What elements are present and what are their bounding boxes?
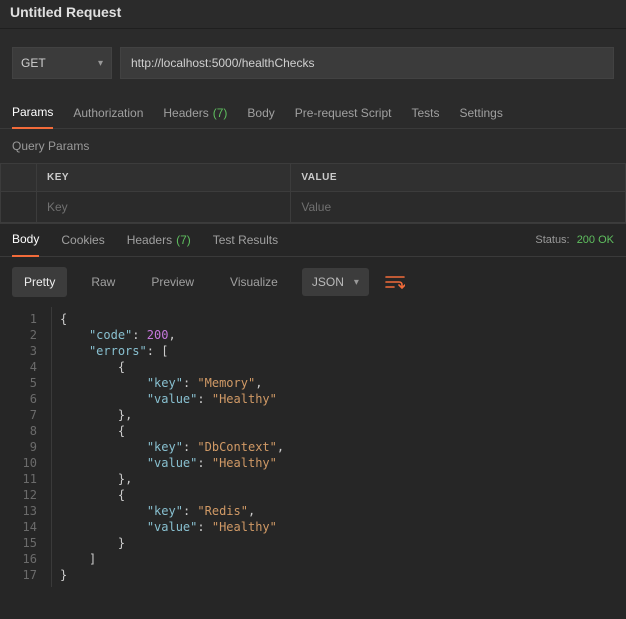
resp-tab-headers[interactable]: Headers (7) xyxy=(127,223,191,257)
pretty-button[interactable]: Pretty xyxy=(12,267,67,297)
format-select[interactable]: JSON ▾ xyxy=(302,268,369,296)
tab-headers-label: Headers xyxy=(163,106,208,120)
tab-headers[interactable]: Headers (7) xyxy=(163,97,227,129)
status-label: Status: xyxy=(535,234,569,246)
response-tabs: Body Cookies Headers (7) Test Results xyxy=(12,223,278,257)
visualize-button[interactable]: Visualize xyxy=(218,267,290,297)
query-params-table: KEY VALUE Key Value xyxy=(0,163,626,223)
resp-tab-test-results[interactable]: Test Results xyxy=(213,223,278,257)
tab-params[interactable]: Params xyxy=(12,97,53,129)
chevron-down-icon: ▾ xyxy=(98,58,103,69)
raw-button[interactable]: Raw xyxy=(79,267,127,297)
format-value: JSON xyxy=(312,275,344,289)
tab-prerequest[interactable]: Pre-request Script xyxy=(295,97,392,129)
kv-checkbox-cell[interactable] xyxy=(1,192,37,223)
tab-headers-count: (7) xyxy=(213,106,228,120)
query-params-label: Query Params xyxy=(0,129,626,163)
resp-tab-headers-label: Headers xyxy=(127,233,172,247)
table-row[interactable]: Key Value xyxy=(1,192,626,223)
resp-tab-headers-count: (7) xyxy=(176,233,191,247)
http-method-value: GET xyxy=(21,56,46,70)
tab-settings[interactable]: Settings xyxy=(460,97,503,129)
chevron-down-icon: ▾ xyxy=(354,277,359,288)
kv-key-input[interactable]: Key xyxy=(37,192,291,223)
kv-value-header: VALUE xyxy=(291,164,626,192)
response-body-editor[interactable]: 1234567891011121314151617 { "code": 200,… xyxy=(0,307,626,587)
preview-button[interactable]: Preview xyxy=(139,267,206,297)
response-bar: Body Cookies Headers (7) Test Results St… xyxy=(0,223,626,257)
kv-value-input[interactable]: Value xyxy=(291,192,626,223)
http-method-select[interactable]: GET ▾ xyxy=(12,47,112,79)
resp-tab-body[interactable]: Body xyxy=(12,223,39,257)
code-content: { "code": 200, "errors": [ { "key": "Mem… xyxy=(52,307,292,587)
kv-checkbox-header xyxy=(1,164,37,192)
tab-body[interactable]: Body xyxy=(247,97,274,129)
request-title: Untitled Request xyxy=(0,0,626,29)
request-tabs: Params Authorization Headers (7) Body Pr… xyxy=(0,97,626,129)
kv-key-header: KEY xyxy=(37,164,291,192)
status-value: 200 OK xyxy=(577,234,614,246)
response-toolbar: Pretty Raw Preview Visualize JSON ▾ xyxy=(0,257,626,307)
tab-authorization[interactable]: Authorization xyxy=(73,97,143,129)
tab-tests[interactable]: Tests xyxy=(411,97,439,129)
request-row: GET ▾ xyxy=(0,29,626,97)
response-status: Status: 200 OK xyxy=(535,234,614,246)
line-number-gutter: 1234567891011121314151617 xyxy=(0,307,52,587)
request-url-input[interactable] xyxy=(120,47,614,79)
wrap-lines-icon[interactable] xyxy=(381,268,409,296)
resp-tab-cookies[interactable]: Cookies xyxy=(61,223,104,257)
